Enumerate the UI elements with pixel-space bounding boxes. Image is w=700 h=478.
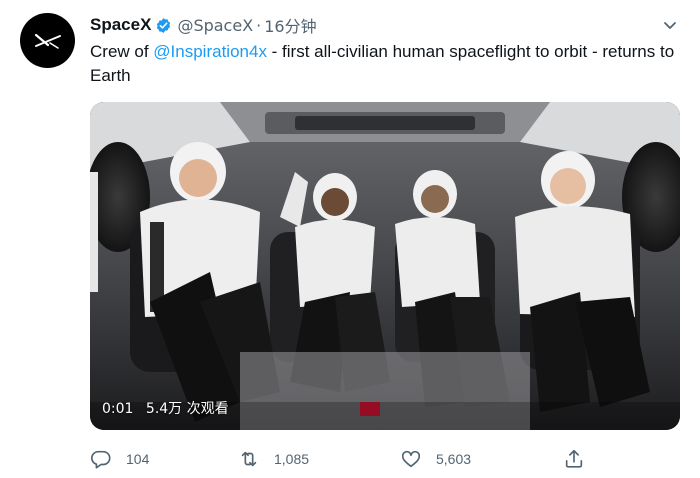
- video-player[interactable]: 0:01 5.4万 次观看: [90, 102, 680, 430]
- tweet-text: Crew of @Inspiration4x - first all-civil…: [90, 40, 690, 88]
- video-info: 0:01 5.4万 次观看: [102, 398, 237, 418]
- avatar[interactable]: [20, 13, 75, 68]
- tweet-text-prefix: Crew of: [90, 42, 154, 61]
- spacex-logo-icon: [34, 33, 61, 49]
- like-button[interactable]: 5,603: [400, 444, 471, 474]
- verified-badge-icon: [157, 17, 171, 33]
- reply-button[interactable]: 104: [90, 444, 149, 474]
- share-button[interactable]: [563, 444, 585, 474]
- like-icon: [401, 450, 421, 468]
- tweet-timestamp[interactable]: 16分钟: [264, 13, 316, 37]
- retweet-count: 1,085: [274, 451, 310, 467]
- retweet-button[interactable]: 1,085: [238, 444, 309, 474]
- video-frame: [90, 102, 680, 430]
- share-icon: [565, 449, 583, 468]
- tweet-actions: 104 1,085 5,603: [90, 444, 690, 474]
- reply-count: 104: [126, 451, 150, 467]
- retweet-icon: [241, 451, 257, 467]
- video-views: 5.4万 次观看: [145, 401, 229, 417]
- author-handle[interactable]: @SpaceX: [177, 16, 253, 35]
- video-duration: 0:01: [102, 401, 134, 417]
- reply-icon: [90, 450, 111, 469]
- tweet-header: SpaceX @SpaceX · 16分钟: [90, 14, 682, 36]
- author-name[interactable]: SpaceX: [90, 15, 151, 35]
- caret-down-icon: [664, 22, 676, 29]
- more-options-button[interactable]: [658, 14, 682, 36]
- mention-link[interactable]: @Inspiration4x: [153, 42, 267, 61]
- separator-dot: ·: [256, 15, 262, 35]
- like-count: 5,603: [436, 451, 472, 467]
